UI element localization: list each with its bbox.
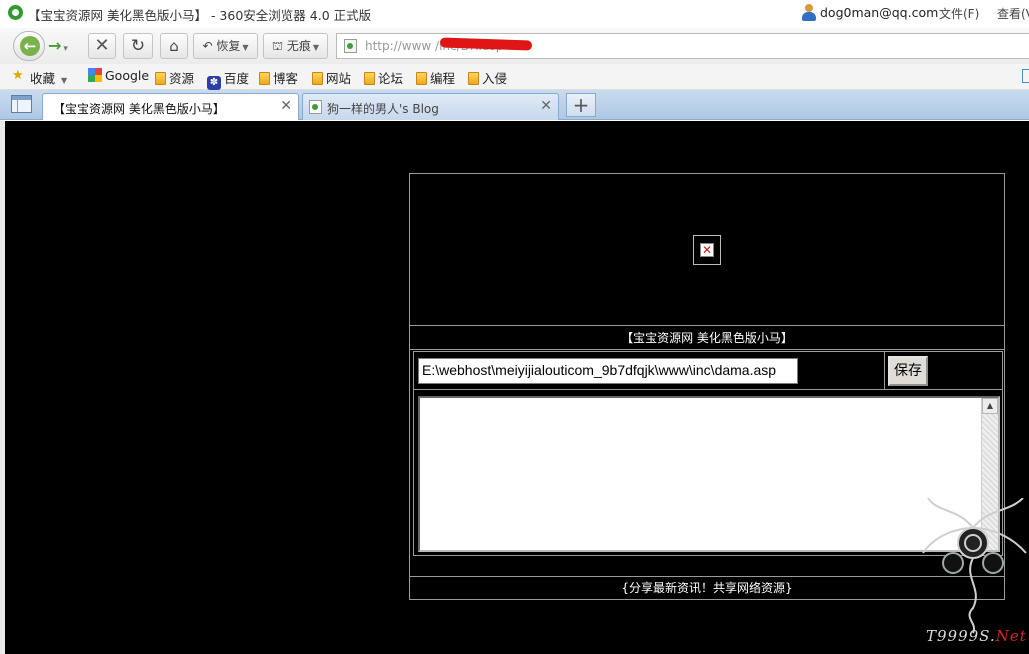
bookmark-google[interactable]: Google xyxy=(88,68,149,86)
user-account-icon[interactable] xyxy=(802,4,816,21)
folder-icon xyxy=(468,72,479,85)
paw-icon: ✽ xyxy=(207,76,221,90)
tab-active[interactable]: 【宝宝资源网 美化黑色版小马】 ✕ xyxy=(42,93,299,120)
folder-icon xyxy=(312,72,323,85)
favorites-menu[interactable]: 收藏 ▼ xyxy=(30,68,67,86)
bookmark-intrusion[interactable]: 入侵 xyxy=(468,68,507,86)
tab-label: 狗一样的男人's Blog xyxy=(327,102,439,116)
incognito-button[interactable]: ⛫ 无痕 ▼ xyxy=(263,33,328,59)
close-icon[interactable]: ✕ xyxy=(280,98,292,114)
page-favicon-icon xyxy=(309,100,322,114)
page-title: 【宝宝资源网 美化黑色版小马】 xyxy=(410,326,1004,350)
bookmark-forum[interactable]: 论坛 xyxy=(364,68,403,86)
bookmark-label: 论坛 xyxy=(378,71,404,86)
folder-icon xyxy=(416,72,427,85)
broken-image-icon: ✕ xyxy=(693,235,721,265)
menu-view[interactable]: 查看(V xyxy=(997,5,1029,22)
title-bar: 【宝宝资源网 美化黑色版小马】 - 360安全浏览器 4.0 正式版 dog0m… xyxy=(0,0,1029,28)
user-email-link[interactable]: dog0man@qq.com xyxy=(820,5,938,20)
bookmark-baidu[interactable]: ✽ 百度 xyxy=(207,68,250,90)
scroll-up-icon[interactable]: ▲ xyxy=(982,398,998,414)
home-button[interactable]: ⌂ xyxy=(160,33,188,59)
bookmark-label: 百度 xyxy=(224,71,250,86)
bookmark-label: 网站 xyxy=(326,71,352,86)
bookmark-label: 入侵 xyxy=(482,71,508,86)
stop-button[interactable]: ✕ xyxy=(88,33,116,59)
bookmark-label: Google xyxy=(105,68,150,83)
tab-blog[interactable]: 狗一样的男人's Blog ✕ xyxy=(302,93,559,120)
page-favicon-icon xyxy=(344,39,357,53)
google-icon xyxy=(88,68,102,82)
tab-strip: 【宝宝资源网 美化黑色版小马】 ✕ 狗一样的男人's Blog ✕ xyxy=(0,90,1029,120)
webshell-panel: ✕ 【宝宝资源网 美化黑色版小马】 E:\webhost\meiyijialou… xyxy=(409,173,1005,600)
chevron-down-icon: ▼ xyxy=(242,43,249,52)
footer-text: {分享最新资讯！共享网络资源} xyxy=(410,576,1004,599)
menu-file[interactable]: 文件(F) xyxy=(939,5,979,22)
watermark-main: T9999S. xyxy=(926,627,996,645)
bookmark-blog[interactable]: 博客 xyxy=(259,68,298,86)
favorites-star-icon: ★ xyxy=(12,68,24,83)
save-button[interactable]: 保存 xyxy=(888,356,928,386)
forward-button[interactable]: → ▾ xyxy=(48,35,82,57)
bookmark-websites[interactable]: 网站 xyxy=(312,68,351,86)
window-title: 【宝宝资源网 美化黑色版小马】 - 360安全浏览器 4.0 正式版 xyxy=(28,8,372,23)
file-path-input[interactable]: E:\webhost\meiyijialouticom_9b7dfqjk\www… xyxy=(418,358,798,384)
bookmark-programming[interactable]: 编程 xyxy=(416,68,455,86)
restore-button[interactable]: ↶ 恢复 ▼ xyxy=(193,33,258,59)
bookmark-resources[interactable]: 资源 xyxy=(155,68,194,86)
bookmark-label: 博客 xyxy=(273,71,299,86)
watermark-ornament-icon xyxy=(922,498,1027,634)
bookmark-label: 编程 xyxy=(430,71,456,86)
bookmarks-bar: ★ 收藏 ▼ Google 资源 ✽ 百度 博客 网站 论坛 编程 入侵 xyxy=(0,64,1029,90)
banner-area: ✕ xyxy=(410,174,1004,326)
file-content-textarea[interactable]: ▲ xyxy=(418,396,1000,552)
close-icon[interactable]: ✕ xyxy=(540,98,552,114)
file-editor-form: E:\webhost\meiyijialouticom_9b7dfqjk\www… xyxy=(413,351,1003,556)
folder-icon xyxy=(155,72,166,85)
chevron-down-icon: ▾ xyxy=(63,44,68,54)
sidebar-icon[interactable] xyxy=(1022,69,1029,83)
back-button[interactable]: ← xyxy=(13,31,45,61)
new-tab-button[interactable]: + xyxy=(566,93,596,117)
refresh-button[interactable]: ↻ xyxy=(123,33,153,59)
incognito-label: 无痕 xyxy=(286,39,311,53)
watermark-text: T9999S.Net xyxy=(926,627,1027,645)
path-row: E:\webhost\meiyijialouticom_9b7dfqjk\www… xyxy=(414,352,1002,390)
chevron-down-icon: ▼ xyxy=(61,76,68,85)
tab-label: 【宝宝资源网 美化黑色版小马】 xyxy=(53,102,225,116)
favorites-label: 收藏 xyxy=(30,71,56,86)
restore-label: 恢复 xyxy=(216,39,241,53)
address-bar[interactable]: http://www /inc/DIY.asp xyxy=(336,33,1029,59)
cell-divider xyxy=(884,352,885,390)
watermark-net: Net xyxy=(995,627,1027,645)
back-arrow-icon: ← xyxy=(20,36,40,56)
browser-logo-icon xyxy=(8,5,23,20)
folder-icon xyxy=(259,72,270,85)
folder-icon xyxy=(364,72,375,85)
sidebar-toggle-icon[interactable] xyxy=(11,95,32,113)
chevron-down-icon: ▼ xyxy=(312,43,319,52)
bookmark-label: 资源 xyxy=(169,71,195,86)
